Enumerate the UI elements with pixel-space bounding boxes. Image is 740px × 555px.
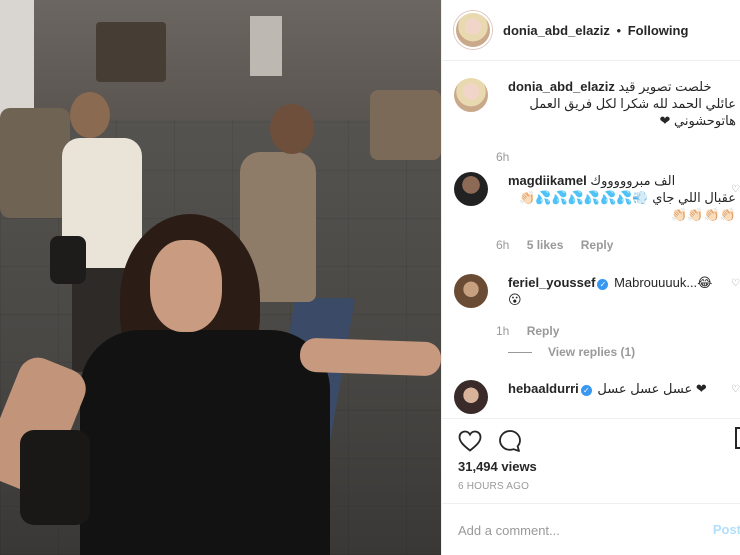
sofa-left [0,108,70,218]
commenter-avatar[interactable] [454,172,488,206]
commenter-avatar[interactable] [454,274,488,308]
person-1-head [70,92,110,138]
comment-time[interactable]: 1h [496,324,509,338]
commenter-username[interactable]: hebaaldurri [508,381,579,396]
person-1-bag [50,236,86,284]
author-username[interactable]: donia_abd_elaziz [503,23,610,38]
comment-likes[interactable]: 5 likes [527,238,564,252]
person-3-body [80,330,330,555]
commenter-username[interactable]: magdiikamel [508,173,587,188]
commenter-avatar[interactable] [454,380,488,414]
comment-body: hebaaldurri ✓ عسل عسل عسل ❤ [508,380,736,397]
caption-text-line-1: خلصت تصوير قيد [618,79,712,94]
caption-meta: 6h [496,150,523,164]
chair [96,22,166,82]
action-bar: 31,494 views 6 HOURS AGO [442,418,740,498]
header-separator: • [616,22,622,38]
comment-meta: 6h 5 likes Reply [496,238,627,252]
caption-username[interactable]: donia_abd_elaziz [508,79,615,94]
caption-time[interactable]: 6h [496,150,509,164]
comment-text: Mabrouuuuk...😂 [614,275,713,290]
header-text: donia_abd_elaziz • Following [503,23,688,38]
pillar [0,0,34,120]
heart-outline-icon[interactable] [458,429,482,453]
handbag [20,430,90,525]
caption-text-line-3: هاتوحشوني ❤ [659,113,736,128]
comment-like-heart-icon[interactable]: ♡ [731,278,740,289]
view-replies-line [508,351,532,353]
post-comment-button[interactable]: Post [713,522,740,537]
post-side-panel: donia_abd_elaziz • Following donia_abd_e… [441,0,740,555]
comment-reply-button[interactable]: Reply [581,238,614,252]
comment-text-line-2: عقبال اللي جاي 💨💦💦💦💦💦💦👏🏻 [519,190,736,205]
following-button[interactable]: Following [628,23,689,38]
view-count[interactable]: 31,494 views [458,459,537,474]
post-timestamp[interactable]: 6 HOURS AGO [458,481,529,492]
post-video[interactable] [0,0,441,555]
comment-time[interactable]: 6h [496,238,509,252]
person-3-face [150,240,222,332]
caption-body: donia_abd_elaziz خلصت تصوير قيد عائلي ال… [508,78,736,129]
person-2-head [270,104,314,154]
comment-text-line-1: الف مبروووووك [590,173,676,188]
sofa-right [370,90,441,160]
action-icons [458,427,538,455]
add-comment-bar: Post [442,503,740,555]
comment-body: magdiikamel الف مبروووووك عقبال اللي جاي… [508,172,736,223]
bookmark-icon[interactable] [735,427,740,449]
verified-badge-icon: ✓ [580,385,592,396]
comment-text-line-2: 😮 [508,292,522,307]
speech-bubble-icon[interactable] [498,429,522,453]
caption-text-line-2: عائلي الحمد لله شكرا لكل فريق العمل [529,96,736,111]
add-comment-input[interactable] [458,518,718,542]
comment-text-line-3: 👏🏻👏🏻👏🏻👏🏻 [671,207,736,222]
comment-like-heart-icon[interactable]: ♡ [731,384,740,395]
cabinet [250,16,282,76]
caption-author-avatar[interactable] [454,78,488,112]
comment-text: عسل عسل عسل ❤ [597,381,707,396]
comment-reply-button[interactable]: Reply [527,324,560,338]
verified-badge-icon: ✓ [597,279,609,290]
author-avatar[interactable] [454,11,492,49]
comment-meta: 1h Reply [496,324,573,338]
view-replies-button[interactable]: View replies (1) [508,345,635,359]
comments-list[interactable]: donia_abd_elaziz خلصت تصوير قيد عائلي ال… [442,62,740,418]
comment-body: feriel_youssef ✓ Mabrouuuuk...😂 😮 [508,274,736,308]
post-header: donia_abd_elaziz • Following [442,0,740,61]
person-3-arm-right [299,337,441,377]
comment-like-heart-icon[interactable]: ♡ [731,184,740,195]
view-replies-label: View replies (1) [548,345,636,359]
commenter-username[interactable]: feriel_youssef [508,275,595,290]
